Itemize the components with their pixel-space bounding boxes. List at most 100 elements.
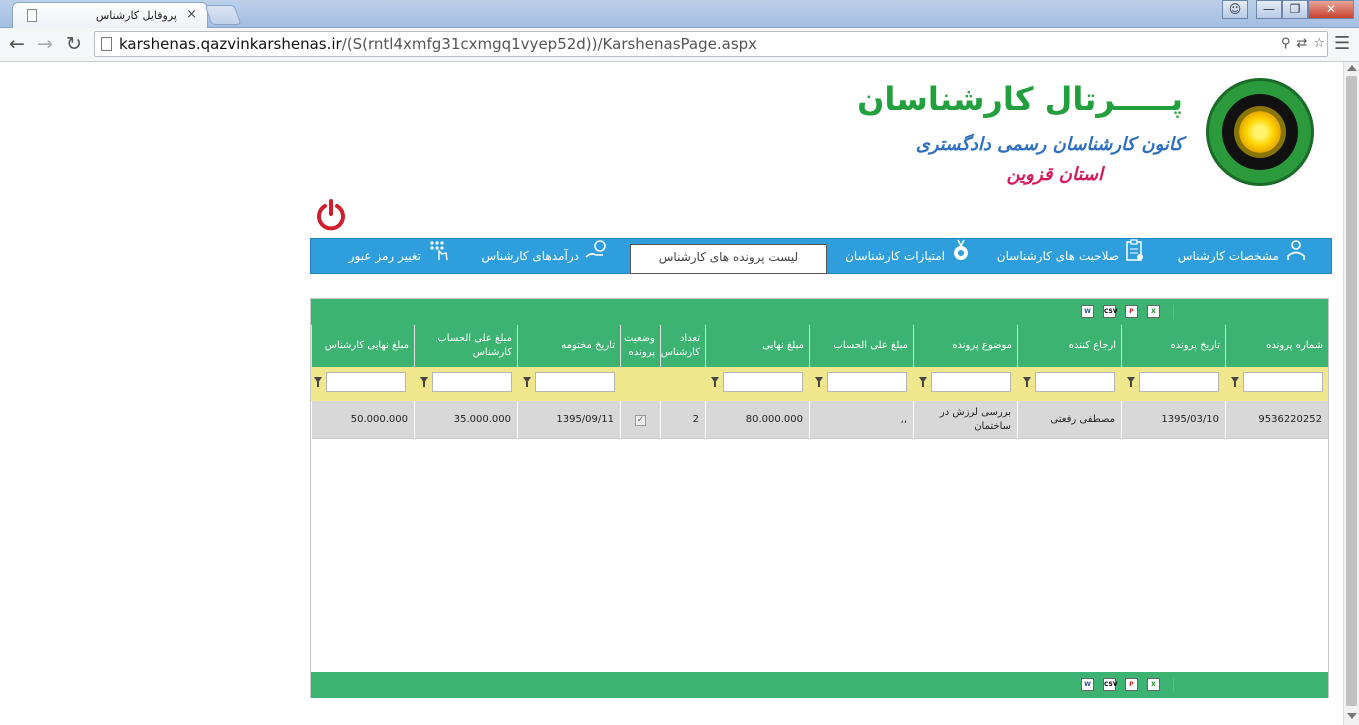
key-icon[interactable]: ⚲ — [1281, 36, 1291, 51]
new-tab-button[interactable] — [204, 5, 242, 25]
browser-window: پروفایل کارشناس × ☺ — ❐ ✕ ← → ↻ karshena… — [0, 0, 1359, 725]
cell-status: ✓ — [620, 401, 660, 439]
filter-input[interactable] — [1035, 372, 1115, 392]
page-info-icon[interactable] — [101, 37, 112, 51]
title-bar: پروفایل کارشناس × ☺ — ❐ ✕ — [0, 0, 1359, 28]
filter-icon[interactable] — [314, 377, 322, 387]
filter-input[interactable] — [326, 372, 406, 392]
back-icon[interactable]: ← — [5, 33, 29, 57]
column-header[interactable]: مبلغ نهایی کارشناس — [311, 325, 414, 367]
filter-icon[interactable] — [815, 377, 823, 387]
nav-item-qualifications[interactable]: صلاحیت های کارشناسان — [997, 239, 1145, 273]
export-csv-icon[interactable]: CSV — [1103, 305, 1117, 318]
column-header[interactable]: تاریخ پرونده — [1121, 325, 1225, 367]
scroll-thumb[interactable] — [1346, 76, 1357, 706]
cell-referrer: مصطفی رفعتی — [1017, 401, 1121, 439]
export-word-icon[interactable]: W — [1081, 305, 1094, 318]
address-bar[interactable]: karshenas.qazvinkarshenas.ir/(S(rntl4xmf… — [94, 31, 1328, 57]
filter-icon[interactable] — [420, 377, 428, 387]
filter-input[interactable] — [535, 372, 615, 392]
translate-icon[interactable]: ⇄ — [1296, 36, 1307, 51]
column-header[interactable]: موضوع پرونده — [913, 325, 1017, 367]
filter-input[interactable] — [432, 372, 512, 392]
user-icon[interactable]: ☺ — [1222, 0, 1248, 19]
export-pdf-icon[interactable]: P — [1125, 678, 1138, 691]
cell-file-number: 9536220252 — [1225, 401, 1328, 439]
column-header[interactable]: تعداد کارشناس — [660, 325, 705, 367]
power-icon[interactable] — [315, 199, 347, 231]
cell-advance: ,, — [809, 401, 913, 439]
page-icon — [27, 9, 37, 22]
filter-input[interactable] — [1139, 372, 1219, 392]
browser-menu-icon[interactable]: ☰ — [1334, 33, 1350, 54]
filter-icon[interactable] — [711, 377, 719, 387]
export-excel-icon[interactable]: X — [1147, 305, 1160, 318]
cell-file-date: 1395/03/10 — [1121, 401, 1225, 439]
reload-icon[interactable]: ↻ — [62, 33, 86, 57]
filter-icon[interactable] — [1231, 377, 1239, 387]
tab-close-icon[interactable]: × — [186, 7, 197, 22]
filter-icon[interactable] — [1023, 377, 1031, 387]
column-header[interactable]: مبلغ علی الحساب — [809, 325, 913, 367]
scroll-down-icon[interactable] — [1347, 713, 1357, 719]
filter-input[interactable] — [723, 372, 803, 392]
status-checkbox[interactable]: ✓ — [635, 414, 646, 426]
table-row[interactable]: 9536220252 1395/03/10 مصطفی رفعتی بررسی … — [311, 401, 1328, 439]
cell-subject: بررسی لرزش در ساختمان — [913, 401, 1017, 439]
browser-toolbar: ← → ↻ karshenas.qazvinkarshenas.ir/(S(rn… — [0, 28, 1359, 62]
keypad-icon — [427, 239, 449, 274]
close-window-icon[interactable]: ✕ — [1308, 0, 1354, 19]
column-header[interactable]: مبلغ علی الحساب کارشناس — [414, 325, 517, 367]
url-text: karshenas.qazvinkarshenas.ir/(S(rntl4xmf… — [119, 35, 758, 53]
medal-icon — [951, 239, 971, 274]
money-hand-icon — [585, 239, 609, 274]
nav-item-change-password[interactable]: تغییر رمز عبور — [349, 239, 449, 273]
grid-top-toolbar: X P CSV W — [311, 299, 1328, 325]
site-title: پـــــرتال کارشناسان — [857, 80, 1183, 118]
filter-input[interactable] — [931, 372, 1011, 392]
scroll-up-icon[interactable] — [1347, 65, 1357, 71]
browser-tab[interactable]: پروفایل کارشناس × — [12, 2, 208, 28]
filter-input[interactable] — [1243, 372, 1323, 392]
export-word-icon[interactable]: W — [1081, 678, 1094, 691]
tab-title: پروفایل کارشناس — [95, 9, 177, 22]
site-subtitle: کانون کارشناسان رسمی دادگستری — [915, 134, 1183, 155]
column-header[interactable]: شماره پرونده — [1225, 325, 1328, 367]
grid-filter-row — [311, 367, 1328, 401]
nav-item-profile[interactable]: مشخصات کارشناس — [1178, 239, 1307, 273]
filter-icon[interactable] — [919, 377, 927, 387]
toolbar-separator — [1173, 305, 1174, 319]
toolbar-separator — [1173, 678, 1174, 692]
filter-icon[interactable] — [523, 377, 531, 387]
page-scrollbar[interactable] — [1343, 62, 1359, 725]
filter-icon[interactable] — [1127, 377, 1135, 387]
export-csv-icon[interactable]: CSV — [1103, 678, 1117, 691]
nav-item-income[interactable]: درآمدهای کارشناس — [481, 239, 609, 273]
column-header[interactable]: مبلغ نهایی — [705, 325, 809, 367]
column-header[interactable]: تاریخ مختومه — [517, 325, 620, 367]
export-pdf-icon[interactable]: P — [1125, 305, 1138, 318]
main-nav: مشخصات کارشناس صلاحیت های کارشناسان امتی… — [310, 238, 1332, 274]
cell-expert-advance: 35.000.000 — [414, 401, 517, 439]
files-grid: X P CSV W شماره پرونده تاریخ پرونده ارجا… — [310, 298, 1329, 698]
maximize-icon[interactable]: ❐ — [1282, 0, 1308, 19]
nav-item-files-list[interactable]: لیست پرونده های کارشناس — [630, 244, 827, 274]
grid-bottom-toolbar: X P CSV W — [311, 672, 1328, 698]
site-logo — [1206, 78, 1314, 186]
logo-emblem — [1222, 94, 1298, 170]
export-excel-icon[interactable]: X — [1147, 678, 1160, 691]
column-header[interactable]: وضعیت پرونده — [620, 325, 660, 367]
user-icon — [1285, 239, 1307, 274]
column-header[interactable]: ارجاع کننده — [1017, 325, 1121, 367]
sun-icon — [1239, 111, 1281, 153]
nav-item-points[interactable]: امتیازات کارشناسان — [845, 239, 971, 273]
minimize-icon[interactable]: — — [1256, 0, 1282, 19]
forward-icon[interactable]: → — [33, 33, 57, 57]
bookmark-star-icon[interactable]: ☆ — [1313, 36, 1325, 51]
clipboard-icon — [1125, 239, 1145, 274]
site-province: استان قزوین — [1006, 164, 1103, 185]
cell-expert-final: 50.000.000 — [311, 401, 414, 439]
grid-header: شماره پرونده تاریخ پرونده ارجاع کننده مو… — [311, 325, 1328, 367]
cell-expert-count: 2 — [660, 401, 705, 439]
filter-input[interactable] — [827, 372, 907, 392]
